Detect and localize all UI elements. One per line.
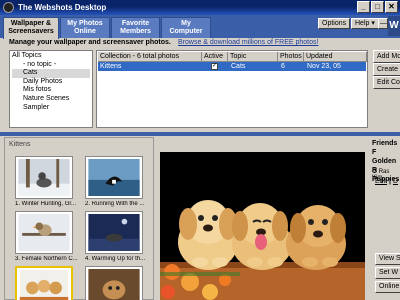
tab-label-line2: Online <box>74 28 96 35</box>
night-scene-photo <box>88 214 140 251</box>
topic-item-nature-scenes[interactable]: Nature Scenes <box>12 95 90 104</box>
window-controls: _ □ ✕ <box>357 1 398 13</box>
column-header-topic[interactable]: Topic <box>228 52 278 62</box>
photo-title-line1: Friends F <box>372 140 398 156</box>
table-row[interactable]: Kittens ✓ Cats 6 Nov 23, 05 <box>98 62 366 71</box>
webshots-logo: W <box>388 16 400 36</box>
edit-collection-button[interactable]: Edit Co <box>373 76 400 89</box>
create-button[interactable]: Create <box>373 63 400 76</box>
app-icon <box>3 2 14 13</box>
thumbnail-2[interactable] <box>85 156 143 199</box>
thumbnail-4[interactable] <box>85 211 143 254</box>
thumbnail-5-selected[interactable] <box>15 266 73 300</box>
close-button[interactable]: ✕ <box>385 1 398 13</box>
topic-item-daily-photos[interactable]: Daily Photos <box>12 78 90 87</box>
thumbnail-caption: 1. Winter Hunting, Gr... <box>15 201 77 207</box>
set-wallpaper-button[interactable]: Set W <box>375 267 400 279</box>
column-header-photos[interactable]: Photos <box>278 52 304 62</box>
browse-photos-link[interactable]: Browse & download millions of FREE photo… <box>178 39 318 46</box>
active-checkbox[interactable]: ✓ <box>211 63 218 70</box>
topic-item-sampler[interactable]: Sampler <box>12 104 90 113</box>
photo-actions: Edit | D <box>375 178 398 185</box>
tab-favorite-members[interactable]: Favorite Members <box>111 17 160 38</box>
online-button[interactable]: Online <box>375 281 400 293</box>
tab-my-computer[interactable]: My Computer <box>161 17 211 38</box>
animal-photo <box>88 269 140 300</box>
cell-collection-name: Kittens <box>100 63 122 70</box>
window-title: The Webshots Desktop <box>18 3 107 12</box>
tab-label-line2: Computer <box>169 28 203 35</box>
wallpaper-preview[interactable] <box>160 152 365 300</box>
thumbnail-3[interactable] <box>15 211 73 254</box>
tab-label-line1: Wallpaper & <box>10 20 52 27</box>
tab-label-line1: My <box>181 20 191 27</box>
thumbnail-panel: Kittens 1. Winter Hunting, Gr... 2. Runn… <box>4 137 154 300</box>
thumbnail-caption: 3. Female Northern C... <box>15 256 78 262</box>
delete-link[interactable]: D <box>393 178 398 185</box>
view-slideshow-button[interactable]: View S <box>375 253 400 265</box>
column-header-active[interactable]: Active <box>202 52 228 62</box>
tab-label-line2: Members <box>120 28 151 35</box>
title-bar: The Webshots Desktop _ □ ✕ <box>0 0 400 15</box>
manage-heading: Manage your wallpaper and screensaver ph… <box>9 39 171 46</box>
topic-tree[interactable]: All Topics - no topic - Cats Daily Photo… <box>9 50 93 128</box>
tab-label-line1: Favorite <box>121 20 150 27</box>
maximize-button[interactable]: □ <box>371 1 384 13</box>
tab-bar: Wallpaper & Screensavers My Photos Onlin… <box>0 15 400 39</box>
options-button[interactable]: Options <box>318 18 351 29</box>
collection-label: Kittens <box>9 141 31 148</box>
minimize-panel-button[interactable]: — <box>378 18 388 29</box>
tab-wallpaper-screensavers[interactable]: Wallpaper & Screensavers <box>3 17 59 39</box>
thumbnail-1[interactable] <box>15 156 73 199</box>
tab-label-line2: Screensavers <box>8 28 54 35</box>
tab-my-photos-online[interactable]: My Photos Online <box>60 17 110 38</box>
edit-link[interactable]: Edit <box>375 178 387 185</box>
topic-item-all[interactable]: All Topics <box>12 52 90 61</box>
orca-photo <box>88 159 140 196</box>
thumbnail-6[interactable] <box>85 266 143 300</box>
thumbnail-caption: 2. Running With the ... <box>85 201 145 207</box>
golden-retriever-puppies-photo <box>160 152 365 300</box>
wolf-photo <box>18 159 70 196</box>
topic-item-no-topic[interactable]: - no topic - <box>12 61 90 70</box>
column-header-collection[interactable]: Collection - 6 total photos <box>98 52 202 62</box>
separator: | <box>389 178 391 185</box>
topic-item-mis-fotos[interactable]: Mis fotos <box>12 86 90 95</box>
puppies-photo <box>19 270 69 300</box>
tab-label-line1: My Photos <box>67 20 103 27</box>
cardinal-photo <box>18 214 70 251</box>
cell-photos: 6 <box>281 63 285 70</box>
add-more-button[interactable]: Add Mo <box>373 50 400 63</box>
cell-topic: Cats <box>231 63 246 70</box>
minimize-button[interactable]: _ <box>357 1 370 13</box>
thumbnail-caption: 4. Warming Up for th... <box>85 256 146 262</box>
help-menu-button[interactable]: Help ▾ <box>351 18 379 29</box>
cell-updated: Nov 23, 05 <box>307 63 341 70</box>
collection-table[interactable]: Collection - 6 total photos Active Topic… <box>96 50 368 128</box>
panel-divider[interactable] <box>0 132 400 136</box>
column-header-updated[interactable]: Updated <box>304 52 367 62</box>
topic-item-cats[interactable]: Cats <box>12 69 90 78</box>
